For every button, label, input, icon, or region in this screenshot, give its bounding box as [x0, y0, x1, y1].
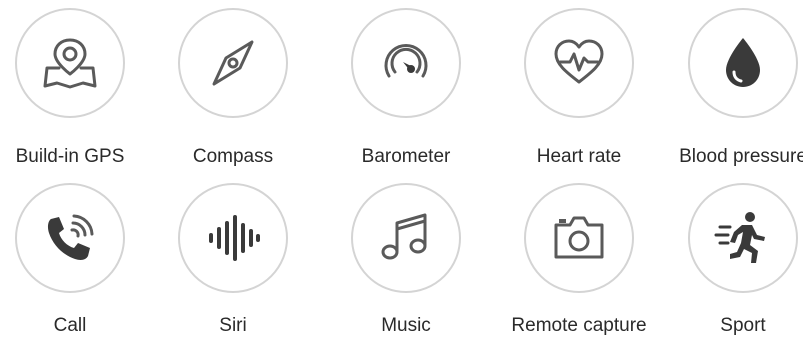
feature-label: Siri	[219, 315, 247, 336]
feature-music: Music	[326, 183, 486, 353]
feature-barometer: Barometer	[326, 8, 486, 178]
icon-circle	[351, 183, 461, 293]
icon-circle	[524, 8, 634, 118]
map-pin-icon	[43, 38, 97, 89]
icon-circle	[15, 8, 125, 118]
feature-build-in-gps: Build-in GPS	[0, 8, 150, 178]
icon-circle	[524, 183, 634, 293]
feature-label: Music	[381, 315, 431, 336]
feature-heart-rate: Heart rate	[499, 8, 659, 178]
feature-label: Barometer	[361, 146, 451, 167]
icon-circle	[178, 8, 288, 118]
compass-icon	[212, 40, 254, 86]
icon-circle	[15, 183, 125, 293]
feature-remote-capture: Remote capture	[499, 183, 659, 353]
feature-siri: Siri	[153, 183, 313, 353]
feature-label: Compass	[192, 146, 274, 167]
blood-drop-icon	[726, 38, 760, 87]
running-person-icon	[714, 212, 765, 263]
music-note-icon	[381, 213, 427, 260]
camera-icon	[554, 216, 604, 259]
icon-circle	[688, 8, 798, 118]
phone-call-icon	[47, 214, 94, 260]
feature-sport: Sport	[663, 183, 803, 353]
feature-blood-pressure: Blood pressure	[663, 8, 803, 178]
gauge-icon	[384, 44, 428, 78]
feature-compass: Compass	[153, 8, 313, 178]
sound-wave-icon	[209, 215, 260, 261]
feature-label: Sport	[720, 315, 766, 336]
icon-circle	[351, 8, 461, 118]
icon-circle	[178, 183, 288, 293]
heart-pulse-icon	[554, 39, 604, 84]
feature-call: Call	[0, 183, 150, 353]
feature-label: Blood pressure	[679, 146, 803, 167]
icon-circle	[688, 183, 798, 293]
